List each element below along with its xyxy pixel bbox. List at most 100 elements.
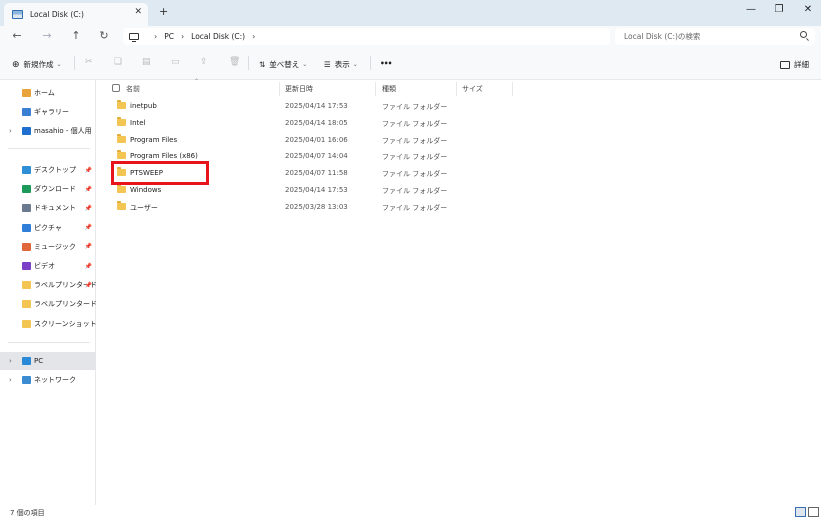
sort-button[interactable]: ⇅ 並べ替え ⌄ bbox=[259, 59, 307, 70]
column-header-type[interactable]: 種類 bbox=[382, 84, 396, 94]
delete-icon[interactable]: 🗑 bbox=[229, 57, 240, 67]
navigation-pane: ホーム ギャラリー › masahio - 個人用 デスクトップ 📌 ダウンロード 📌 ドキュメ… bbox=[0, 80, 96, 505]
gallery-icon bbox=[22, 108, 31, 116]
breadcrumb-pc[interactable]: PC bbox=[164, 32, 174, 41]
table-row[interactable]: ユーザー 2025/03/28 13:03 ファイル フォルダー bbox=[97, 199, 821, 216]
sidebar-item[interactable]: ダウンロード 📌 bbox=[0, 180, 96, 198]
sidebar-item[interactable]: ビデオ 📌 bbox=[0, 257, 96, 275]
details-label: 詳細 bbox=[794, 60, 809, 69]
toolbar-divider bbox=[74, 56, 75, 70]
back-button[interactable]: ← bbox=[10, 29, 24, 42]
chevron-right-icon[interactable]: › bbox=[9, 376, 12, 384]
column-divider[interactable] bbox=[375, 82, 376, 96]
details-view-icon[interactable] bbox=[795, 507, 806, 517]
new-button[interactable]: ⊕ 新規作成 ⌄ bbox=[12, 59, 62, 70]
file-name: ユーザー bbox=[130, 203, 158, 212]
column-header-size[interactable]: サイズ bbox=[462, 84, 483, 94]
pin-icon: 📌 bbox=[84, 166, 92, 174]
sort-label: 並べ替え bbox=[269, 60, 300, 69]
sidebar-item[interactable]: › ネットワーク bbox=[0, 371, 96, 389]
select-all-checkbox[interactable] bbox=[112, 84, 120, 92]
sidebar-item[interactable]: ミュージック 📌 bbox=[0, 238, 96, 256]
new-tab-button[interactable]: + bbox=[159, 5, 168, 18]
cloud-icon bbox=[22, 127, 31, 135]
sidebar-item[interactable]: ラベルプリンタードラ📌 bbox=[0, 276, 96, 294]
file-date: 2025/04/01 16:06 bbox=[285, 135, 348, 144]
sidebar-item-label: ラベルプリンタードライバ bbox=[34, 300, 96, 309]
refresh-button[interactable]: ↻ bbox=[97, 29, 111, 42]
search-input[interactable]: Local Disk (C:)の検索 bbox=[615, 28, 815, 45]
close-button[interactable]: ✕ bbox=[801, 4, 815, 15]
tab-local-disk[interactable]: Local Disk (C:) ✕ bbox=[4, 3, 148, 26]
sidebar-divider bbox=[8, 148, 90, 149]
documents-icon bbox=[22, 204, 31, 213]
copy-icon[interactable]: ❏ bbox=[114, 57, 122, 67]
up-button[interactable]: ↑ bbox=[69, 29, 83, 42]
file-type: ファイル フォルダー bbox=[382, 136, 448, 145]
table-row[interactable]: inetpub 2025/04/14 17:53 ファイル フォルダー bbox=[97, 98, 821, 115]
pin-icon: 📌 bbox=[84, 243, 92, 251]
table-row[interactable]: Intel 2025/04/14 18:05 ファイル フォルダー bbox=[97, 115, 821, 132]
sidebar-item-label: ビデオ bbox=[34, 262, 55, 270]
sidebar-item-label: スクリーンショット bbox=[34, 319, 96, 328]
column-header-date[interactable]: 更新日時 bbox=[285, 84, 313, 94]
minimize-button[interactable]: — bbox=[744, 4, 758, 15]
address-bar[interactable]: › PC › Local Disk (C:) › bbox=[123, 28, 610, 45]
details-pane-icon bbox=[780, 60, 790, 69]
forward-button[interactable]: → bbox=[40, 29, 54, 42]
chevron-down-icon: ⌄ bbox=[352, 61, 358, 68]
pin-icon: 📌 bbox=[84, 204, 92, 212]
pictures-icon bbox=[22, 223, 31, 232]
column-divider[interactable] bbox=[512, 82, 513, 96]
videos-icon bbox=[22, 262, 31, 270]
large-icons-view-icon[interactable] bbox=[808, 507, 819, 517]
tab-close-icon[interactable]: ✕ bbox=[134, 7, 142, 17]
sidebar-item[interactable]: ピクチャ 📌 bbox=[0, 219, 96, 237]
folder-icon bbox=[117, 100, 126, 109]
sidebar-item[interactable]: ラベルプリンタードライバ bbox=[0, 295, 96, 313]
details-pane-button[interactable]: 詳細 bbox=[780, 59, 809, 70]
pin-icon: 📌 bbox=[84, 281, 92, 289]
file-date: 2025/03/28 13:03 bbox=[285, 202, 348, 211]
sidebar-item[interactable]: デスクトップ 📌 bbox=[0, 161, 96, 179]
sidebar-item[interactable]: › PC bbox=[0, 352, 96, 370]
folder-icon bbox=[117, 184, 126, 193]
download-icon bbox=[22, 185, 31, 194]
file-date: 2025/04/14 18:05 bbox=[285, 118, 348, 127]
column-header-name[interactable]: 名前 bbox=[126, 84, 140, 94]
sidebar-item[interactable]: ギャラリー bbox=[0, 103, 96, 121]
maximize-button[interactable]: ❐ bbox=[772, 4, 786, 15]
column-divider[interactable] bbox=[279, 82, 280, 96]
table-row[interactable]: Program Files 2025/04/01 16:06 ファイル フォルダー bbox=[97, 132, 821, 149]
sidebar-item-label: ホーム bbox=[34, 89, 55, 97]
sidebar-item-label: ピクチャ bbox=[34, 223, 62, 232]
chevron-right-icon[interactable]: › bbox=[252, 32, 255, 41]
sidebar-item-label: ドキュメント bbox=[34, 204, 76, 213]
breadcrumb-local-disk[interactable]: Local Disk (C:) bbox=[191, 32, 245, 41]
sidebar-divider bbox=[8, 342, 90, 343]
folder-icon bbox=[22, 300, 31, 309]
folder-icon bbox=[22, 281, 31, 290]
highlight-box bbox=[111, 161, 209, 185]
toolbar-divider bbox=[248, 56, 249, 70]
cut-icon[interactable]: ✂ bbox=[85, 57, 93, 67]
view-button[interactable]: ☰ 表示 ⌄ bbox=[324, 59, 358, 70]
sidebar-item[interactable]: ホーム bbox=[0, 84, 96, 102]
more-button[interactable]: ••• bbox=[380, 59, 392, 68]
share-icon[interactable]: ⇪ bbox=[200, 57, 208, 67]
file-name: inetpub bbox=[130, 102, 157, 110]
rename-icon[interactable]: ▭ bbox=[171, 57, 180, 67]
file-name: Windows bbox=[130, 186, 162, 194]
desktop-icon bbox=[22, 166, 31, 174]
sidebar-item-label: PC bbox=[34, 357, 44, 365]
chevron-right-icon[interactable]: › bbox=[9, 127, 12, 135]
file-type: ファイル フォルダー bbox=[382, 119, 448, 128]
sidebar-item[interactable]: ドキュメント 📌 bbox=[0, 199, 96, 217]
paste-icon[interactable]: ▤ bbox=[142, 57, 151, 67]
sidebar-item[interactable]: › masahio - 個人用 bbox=[0, 122, 96, 140]
folder-icon bbox=[117, 133, 126, 143]
pin-icon: 📌 bbox=[84, 262, 92, 270]
column-divider[interactable] bbox=[456, 82, 457, 96]
chevron-right-icon[interactable]: › bbox=[9, 357, 12, 365]
sidebar-item[interactable]: スクリーンショット bbox=[0, 315, 96, 333]
